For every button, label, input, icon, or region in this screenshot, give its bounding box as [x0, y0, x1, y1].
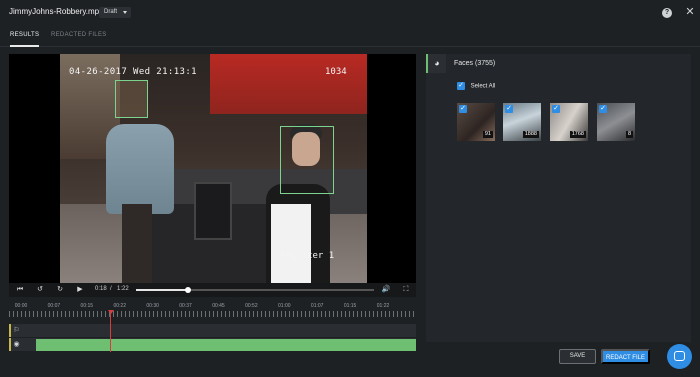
select-all-checkbox[interactable]: ✓ — [457, 82, 465, 90]
object-track-icon[interactable]: ⚐ — [9, 324, 22, 337]
faces-panel-tab[interactable]: ◕ — [426, 54, 446, 73]
chat-icon — [674, 351, 685, 361]
help-icon[interactable]: ? — [662, 8, 672, 18]
play-icon[interactable]: ▶ — [73, 283, 87, 297]
fullscreen-icon[interactable]: ⛶ — [399, 283, 413, 297]
volume-icon[interactable]: 🔊 — [379, 283, 393, 297]
face-checkbox[interactable]: ✓ — [505, 105, 513, 113]
face-track-icon[interactable]: ◉ — [9, 338, 22, 351]
face-thumbnail[interactable]: ✓ 1768 — [550, 103, 588, 141]
video-timestamp-overlay: 04-26-2017 Wed 21:13:1 — [69, 67, 198, 77]
face-count: 8 — [625, 131, 633, 138]
duration: 1:22 — [117, 286, 129, 292]
playhead-marker[interactable] — [108, 310, 114, 314]
track-row-objects: ⚐ — [9, 324, 416, 337]
video-camera-overlay: 1034 — [325, 67, 347, 77]
faces-title: Faces (3755) — [454, 60, 496, 67]
timeline-tick-label: 00:07 — [47, 303, 61, 309]
face-count: 1888 — [522, 131, 539, 138]
top-bar: JimmyJohns-Robbery.mp4 Draft ? ✕ — [0, 0, 700, 25]
current-time: 0:18 — [95, 286, 107, 292]
face-checkbox[interactable]: ✓ — [552, 105, 560, 113]
video-player[interactable]: 04-26-2017 Wed 21:13:1 1034 Register 1 — [9, 54, 416, 283]
tab-bar: RESULTS REDACTED FILES — [0, 28, 700, 47]
playhead-line[interactable] — [110, 313, 111, 352]
face-count: 91 — [482, 131, 493, 138]
chevron-down-icon — [123, 11, 128, 14]
face-detection-box[interactable] — [280, 126, 334, 194]
tab-redacted-files[interactable]: REDACTED FILES — [51, 32, 107, 47]
tab-results[interactable]: RESULTS — [10, 32, 40, 47]
timeline-tick-label: 00:45 — [212, 303, 225, 309]
skip-to-start-icon[interactable]: ⏮ — [13, 283, 27, 297]
face-thumbnail[interactable]: ✓ 1888 — [503, 103, 541, 141]
progress-bar[interactable] — [136, 287, 374, 293]
timeline-tick-label: 01:07 — [310, 303, 324, 309]
chat-button[interactable] — [667, 344, 692, 369]
select-all-label: Select All — [470, 83, 496, 90]
timeline-ruler[interactable]: 00:00 00:07 00:15 00:22 00:30 00:37 00:45 00:52… — [9, 303, 416, 319]
timeline-tick-label: 00:30 — [146, 303, 159, 309]
time-separator: / — [110, 286, 112, 292]
progress-fill — [136, 289, 189, 291]
faces-panel: ◕ Faces (3755) ✓ Select All ✓ 91 ✓ 1888 … — [426, 54, 691, 342]
face-detection-box[interactable] — [115, 80, 148, 118]
save-button[interactable]: SAVE — [559, 349, 596, 364]
timeline-tick-label: 01:00 — [278, 303, 291, 309]
face-checkbox[interactable]: ✓ — [459, 105, 467, 113]
timeline-tick-label: 00:37 — [179, 303, 192, 309]
rewind-icon[interactable]: ↺ — [33, 283, 47, 297]
video-register-overlay: Register 1 — [280, 251, 335, 261]
face-track-bar[interactable] — [36, 339, 416, 351]
timeline-tick-label: 00:22 — [113, 303, 126, 309]
file-title: JimmyJohns-Robbery.mp4 — [9, 7, 104, 16]
video-frame: 04-26-2017 Wed 21:13:1 1034 Register 1 — [60, 54, 367, 283]
track-row-faces: ◉ — [9, 338, 416, 351]
face-checkbox[interactable]: ✓ — [599, 105, 607, 113]
face-count: 1768 — [569, 131, 586, 138]
status-label: Draft — [104, 9, 118, 15]
timeline-tick-label: 00:15 — [80, 303, 94, 309]
progress-handle[interactable] — [185, 287, 192, 293]
status-dropdown[interactable]: Draft — [99, 7, 132, 18]
player-controls: ⏮ ↺ ↻ ▶ 0:18 / 1:22 🔊 ⛶ — [9, 283, 416, 297]
timeline-tick-label: 01:15 — [343, 303, 357, 309]
forward-icon[interactable]: ↻ — [53, 283, 67, 297]
timeline-tick-label: 01:22 — [376, 303, 390, 309]
close-icon[interactable]: ✕ — [684, 5, 696, 19]
timeline-tick-label: 00:00 — [14, 303, 28, 309]
face-thumbnail[interactable]: ✓ 8 — [597, 103, 635, 141]
timeline-tick-label: 00:52 — [245, 303, 258, 309]
face-thumbnail[interactable]: ✓ 91 — [457, 103, 495, 141]
select-all[interactable]: ✓ Select All — [457, 82, 495, 90]
redact-file-button[interactable]: REDACT FILE — [601, 349, 650, 364]
